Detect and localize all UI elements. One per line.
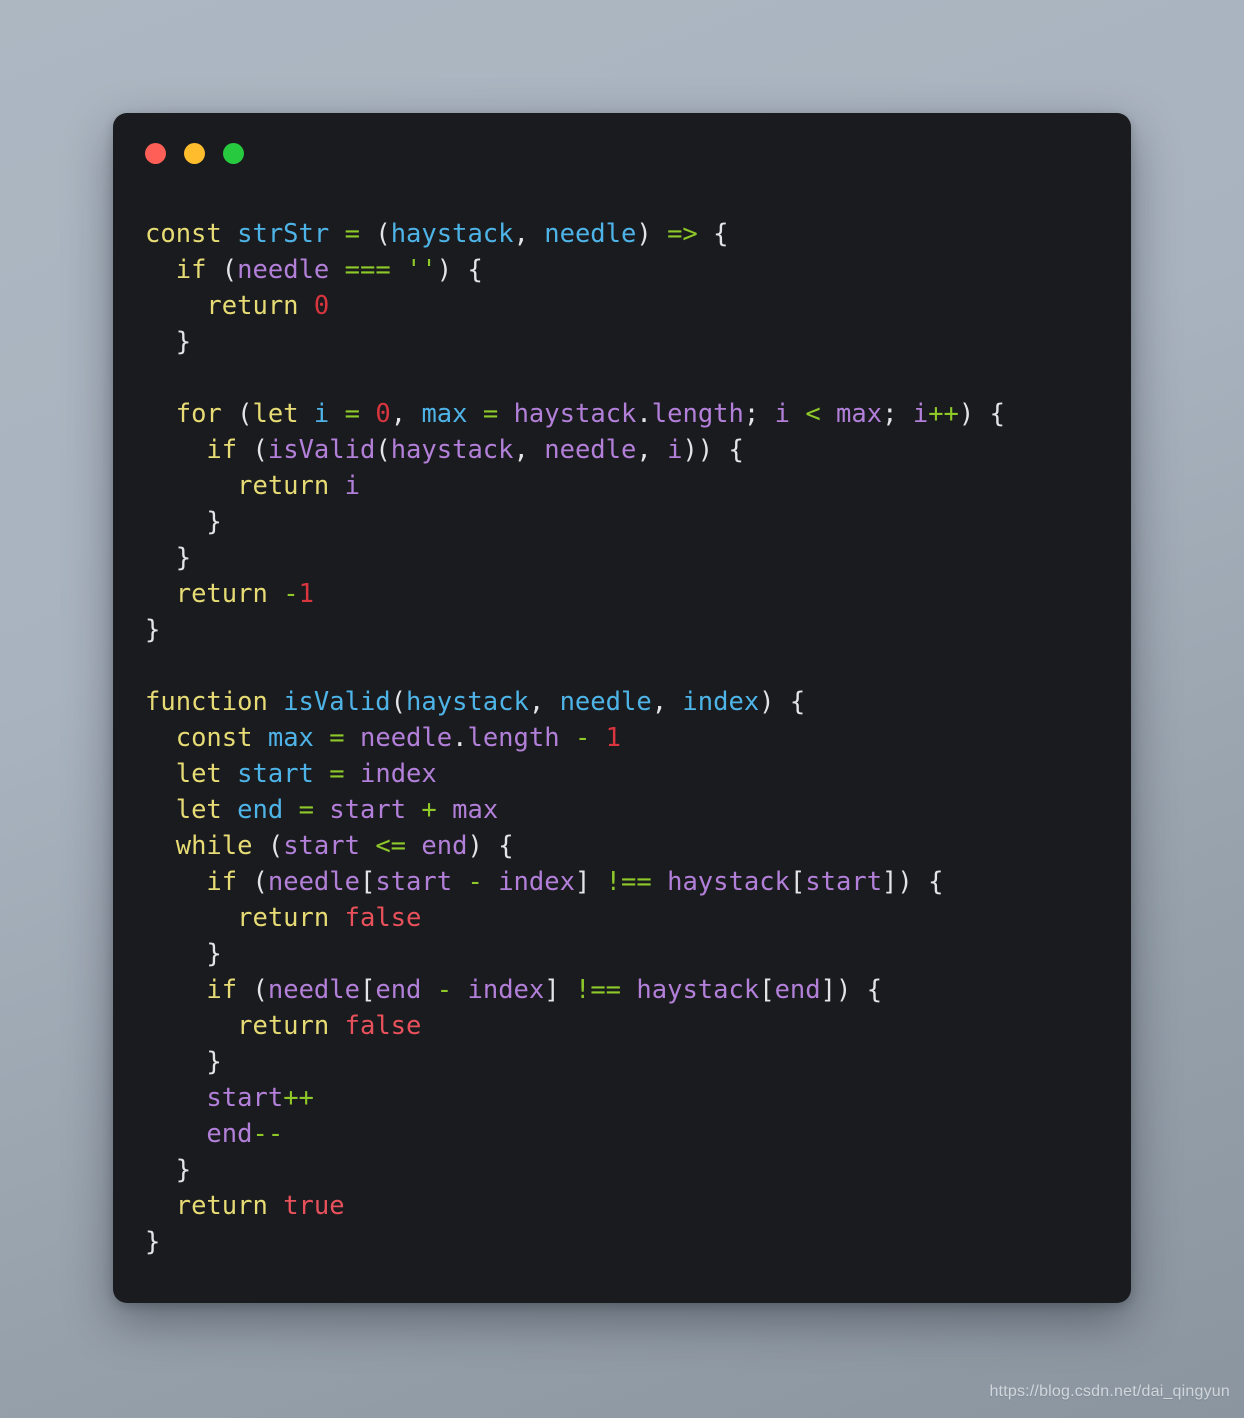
code-line: }	[145, 1227, 161, 1257]
code-line: }	[206, 1047, 222, 1077]
window-controls	[145, 143, 244, 164]
code-line: }	[175, 543, 192, 573]
close-button[interactable]	[145, 143, 166, 164]
code-line: if (needle[end - index] !== haystack[end…	[206, 975, 883, 1005]
maximize-button[interactable]	[223, 143, 244, 164]
code-line: let start = index	[175, 759, 437, 789]
code-line: function isValid(haystack, needle, index…	[145, 687, 806, 717]
code-line: if (needle[start - index] !== haystack[s…	[206, 867, 944, 897]
code-line: }	[206, 939, 222, 969]
code-line: return true	[175, 1191, 345, 1221]
code-line: while (start <= end) {	[175, 831, 514, 861]
code-line: return false	[237, 903, 422, 933]
code-line: let end = start + max	[175, 795, 499, 825]
code-line: end--	[206, 1119, 284, 1149]
code-line: }	[175, 327, 192, 357]
code-line: return -1	[175, 579, 314, 609]
code-line: if (needle === '') {	[175, 255, 483, 285]
code-line: const strStr = (haystack, needle) => {	[145, 219, 729, 249]
code-line: for (let i = 0, max = haystack.length; i…	[175, 399, 1005, 429]
code-line: }	[145, 615, 161, 645]
code-line: }	[206, 507, 222, 537]
code-line: start++	[206, 1083, 314, 1113]
watermark-url: https://blog.csdn.net/dai_qingyun	[989, 1383, 1230, 1400]
code-line: const max = needle.length - 1	[175, 723, 622, 753]
code-block[interactable]: const strStr = (haystack, needle) => { i…	[145, 216, 1117, 1260]
code-line: return i	[237, 471, 360, 501]
code-line: }	[175, 1155, 192, 1185]
code-line: return false	[237, 1011, 422, 1041]
code-line: if (isValid(haystack, needle, i)) {	[206, 435, 744, 465]
code-snippet-card: const strStr = (haystack, needle) => { i…	[113, 113, 1131, 1303]
minimize-button[interactable]	[184, 143, 205, 164]
code-line: return 0	[206, 291, 330, 321]
